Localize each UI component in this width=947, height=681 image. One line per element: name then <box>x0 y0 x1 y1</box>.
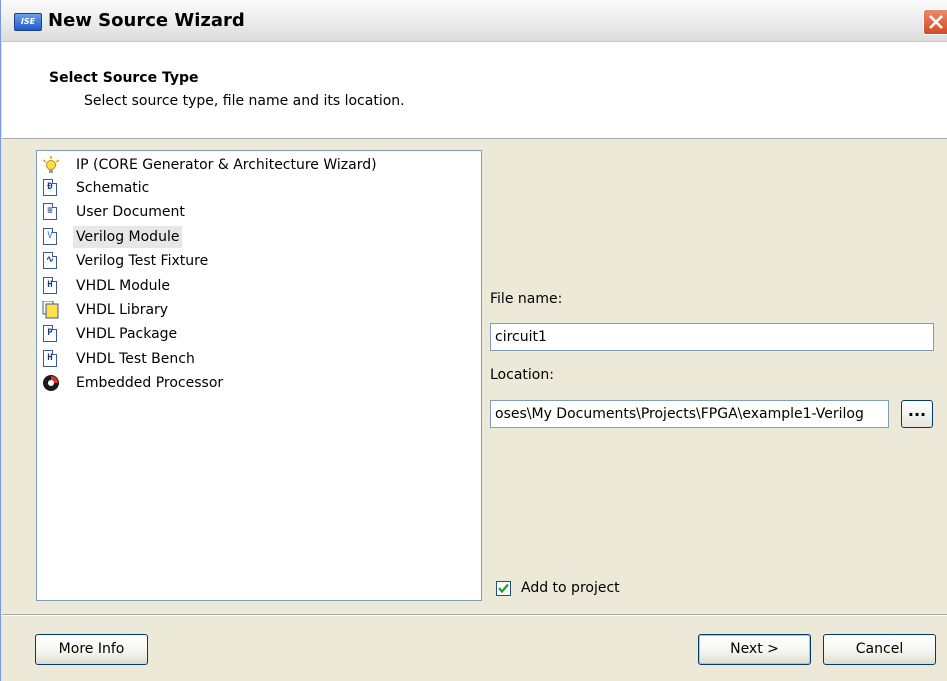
ise-app-icon: ISE <box>14 13 42 31</box>
testbench-icon: H <box>42 350 60 368</box>
file-name-label: File name: <box>490 291 563 307</box>
location-label: Location: <box>490 367 554 383</box>
checkmark-icon <box>498 583 509 594</box>
next-button[interactable]: Next > <box>698 634 811 665</box>
add-to-project-label[interactable]: Add to project <box>521 580 620 596</box>
list-item-label: VHDL Test Bench <box>76 351 195 367</box>
close-button[interactable] <box>923 9 947 35</box>
close-icon <box>929 15 943 29</box>
list-item-label: VHDL Library <box>76 302 169 318</box>
list-item-label: Verilog Test Fixture <box>76 253 209 269</box>
wizard-header-panel <box>2 42 947 139</box>
list-item-label: Embedded Processor <box>76 375 224 391</box>
window-title: New Source Wizard <box>48 10 245 31</box>
file-name-input[interactable]: circuit1 <box>490 323 934 351</box>
list-item-label: VHDL Package <box>76 326 178 342</box>
new-source-wizard-window: ISE New Source Wizard Select Source Type… <box>0 0 947 681</box>
page-subtitle: Select source type, file name and its lo… <box>84 93 405 109</box>
verilog-icon: V <box>42 228 60 246</box>
library-icon <box>42 300 60 319</box>
vhdl-icon: H <box>42 277 60 295</box>
list-item-label: Verilog Module <box>73 226 183 248</box>
processor-icon <box>42 374 60 392</box>
package-icon: P <box>42 325 60 343</box>
list-item-label: Schematic <box>76 180 150 196</box>
cancel-button[interactable]: Cancel <box>823 634 936 665</box>
location-input[interactable]: oses\My Documents\Projects\FPGA\example1… <box>490 400 889 428</box>
list-item-label: IP (CORE Generator & Architecture Wizard… <box>76 157 377 173</box>
waveform-icon: ∿ <box>42 252 60 270</box>
list-item-label: User Document <box>76 204 185 220</box>
list-item-label: VHDL Module <box>76 278 171 294</box>
document-icon: ≡ <box>42 203 60 221</box>
add-to-project-checkbox[interactable] <box>496 581 511 596</box>
source-type-list[interactable]: IP (CORE Generator & Architecture Wizard… <box>36 150 482 601</box>
footer-separator <box>2 614 947 616</box>
title-bar[interactable]: ISE New Source Wizard <box>1 0 947 42</box>
schematic-icon: Đ <box>42 179 60 197</box>
page-title: Select Source Type <box>49 70 199 86</box>
lightbulb-icon <box>42 156 60 174</box>
more-info-button[interactable]: More Info <box>35 634 148 665</box>
browse-button[interactable]: ... <box>901 400 933 428</box>
